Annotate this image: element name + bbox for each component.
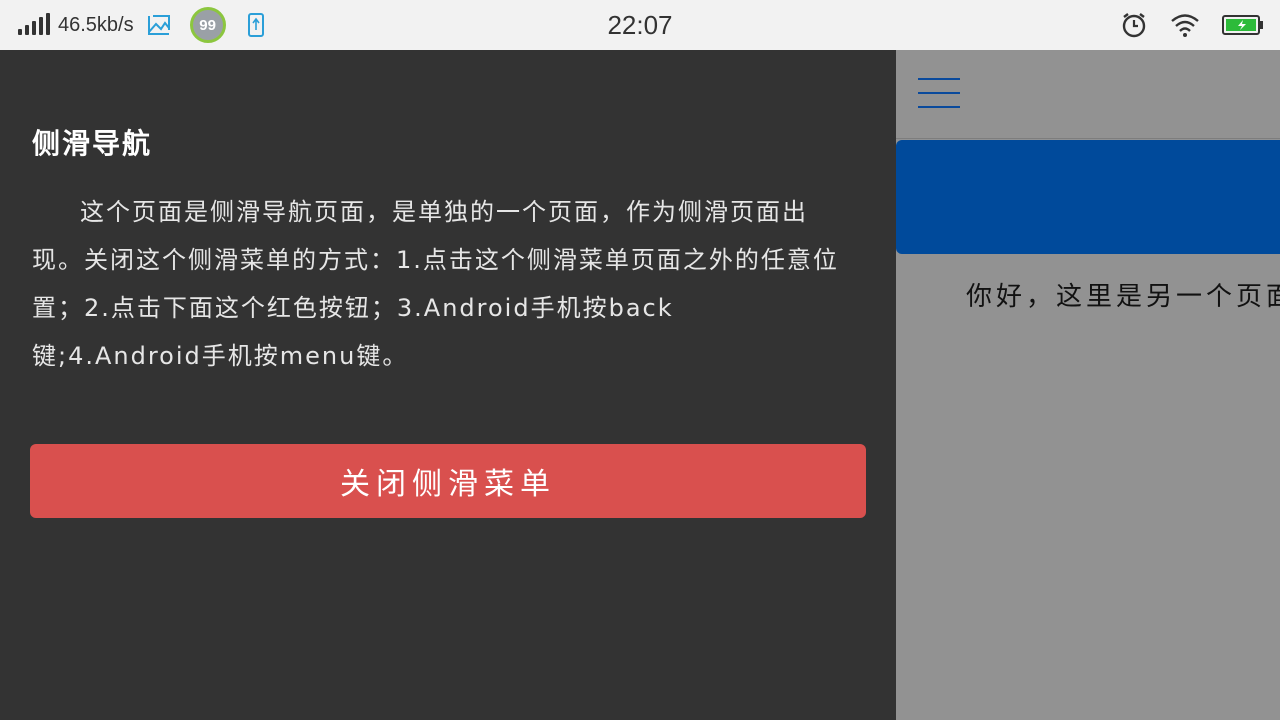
close-side-menu-button[interactable]: 关闭侧滑菜单 <box>30 444 866 518</box>
main-page-text: 你好，这里是另一个页面 <box>966 282 1280 312</box>
status-bar-left: 46.5kb/s 99 <box>18 0 266 50</box>
side-menu-title: 侧滑导航 <box>32 127 153 160</box>
side-menu-description: 这个页面是侧滑导航页面，是单独的一个页面，作为侧滑页面出现。关闭这个侧滑菜单的方… <box>32 198 839 370</box>
battery-icon <box>1222 15 1263 35</box>
network-speed: 46.5kb/s <box>58 13 134 36</box>
status-bar: 46.5kb/s 99 22:07 <box>0 0 1280 50</box>
wifi-icon <box>1171 14 1199 37</box>
status-bar-right <box>1120 0 1264 50</box>
menu-toggle-button[interactable] <box>918 78 962 110</box>
main-page[interactable]: 你好，这里是另一个页面 <box>896 50 1280 720</box>
header-divider <box>896 138 1280 139</box>
storage-badge: 99 <box>189 7 226 43</box>
blue-banner <box>896 140 1280 254</box>
image-icon <box>147 15 170 35</box>
alarm-icon <box>1122 13 1146 38</box>
usb-icon <box>247 13 264 37</box>
side-menu: 侧滑导航 这个页面是侧滑导航页面，是单独的一个页面，作为侧滑页面出现。关闭这个侧… <box>0 50 896 720</box>
signal-icon <box>18 13 50 35</box>
badge-value: 99 <box>199 16 216 34</box>
